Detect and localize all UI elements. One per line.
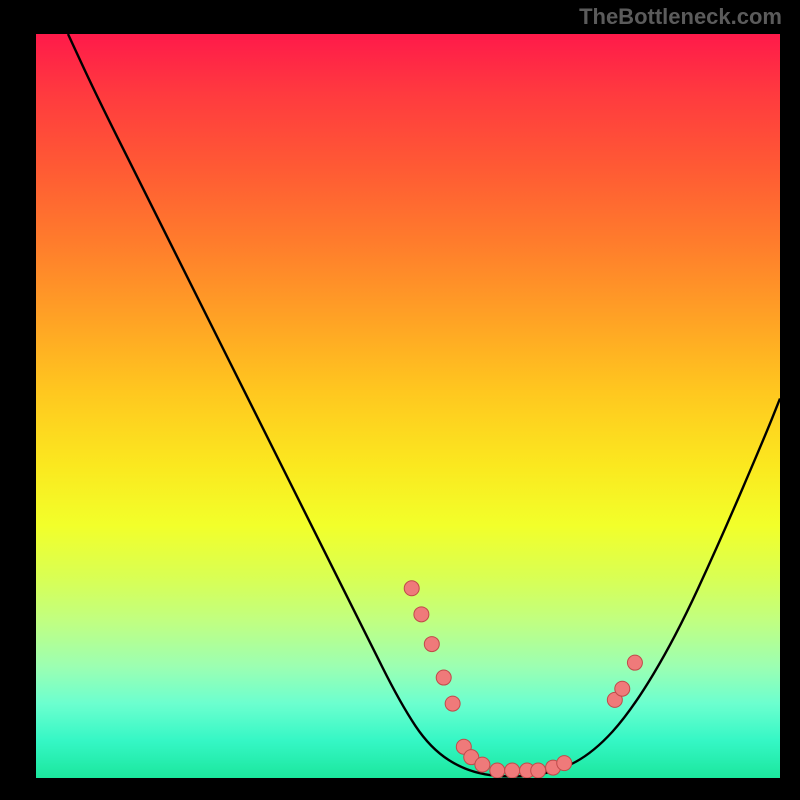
watermark-text: TheBottleneck.com <box>579 4 782 30</box>
data-point <box>424 637 439 652</box>
data-point <box>445 696 460 711</box>
data-points-group <box>404 581 642 778</box>
data-point <box>436 670 451 685</box>
data-point <box>490 763 505 778</box>
data-point <box>505 763 520 778</box>
chart-svg <box>36 34 780 778</box>
data-point <box>531 763 546 778</box>
plot-area <box>36 34 780 778</box>
data-point <box>557 756 572 771</box>
bottleneck-curve <box>68 34 780 777</box>
data-point <box>627 655 642 670</box>
data-point <box>615 681 630 696</box>
data-point <box>404 581 419 596</box>
data-point <box>475 757 490 772</box>
data-point <box>414 607 429 622</box>
